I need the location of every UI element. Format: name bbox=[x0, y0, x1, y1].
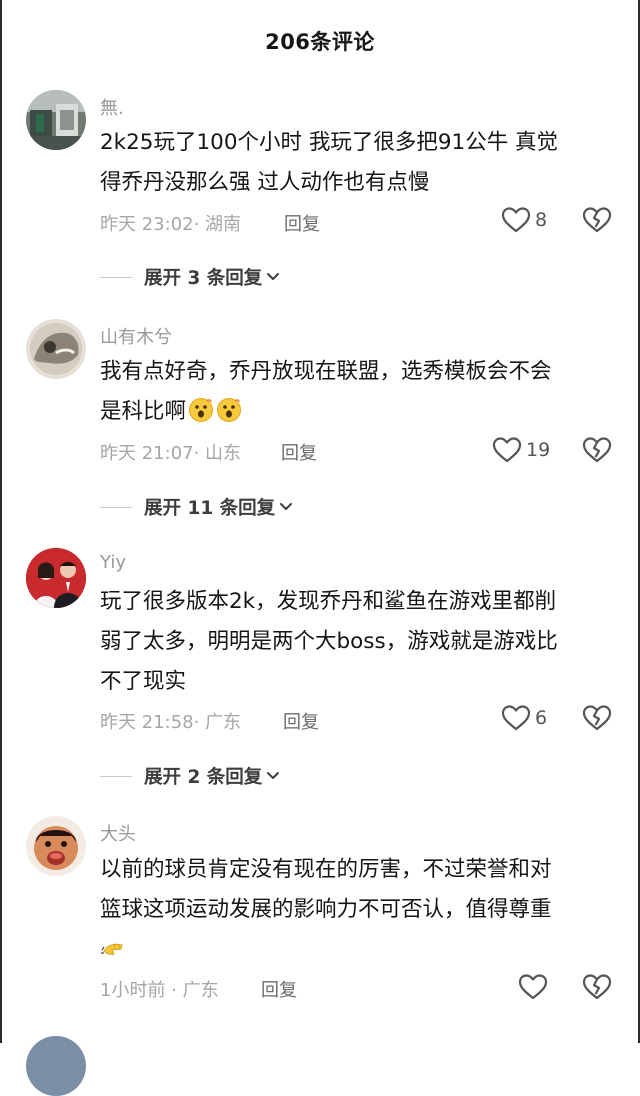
heart-outline-icon bbox=[501, 206, 531, 234]
heart-outline-icon bbox=[501, 704, 531, 732]
comment-meta: 昨天 21:58· 广东 回复 bbox=[100, 708, 319, 734]
comment-text-line: 玩了很多版本2k，发现乔丹和鲨鱼在游戏里都削 bbox=[100, 589, 557, 614]
comment-meta: 昨天 23:02· 湖南 回复 bbox=[100, 210, 320, 236]
thumbs-up-emoji-icon bbox=[100, 935, 126, 961]
heart-outline-icon bbox=[518, 973, 548, 1001]
broken-heart-icon bbox=[582, 704, 612, 732]
broken-heart-icon bbox=[582, 206, 612, 234]
like-count: 8 bbox=[535, 209, 548, 231]
comment-time-location: 昨天 23:02· 湖南 bbox=[100, 214, 242, 235]
comment-text-line: 不了现实 bbox=[100, 669, 187, 694]
comment-text: 我有点好奇，乔丹放现在联盟，选秀模板会不会 是科比啊 bbox=[100, 352, 620, 432]
comment-text-line: 弱了太多，明明是两个大boss，游戏就是游戏比 bbox=[100, 629, 558, 654]
chevron-down-icon bbox=[265, 269, 281, 285]
divider-line bbox=[100, 276, 132, 278]
avatar[interactable] bbox=[26, 90, 86, 150]
avatar[interactable] bbox=[26, 548, 86, 608]
comment-count-title: 206条评论 bbox=[265, 30, 375, 54]
comment-meta: 1小时前 · 广东 回复 bbox=[100, 976, 297, 1002]
reply-button[interactable]: 回复 bbox=[261, 976, 297, 1002]
surprised-face-emoji-icon bbox=[216, 397, 242, 423]
avatar[interactable] bbox=[26, 816, 86, 876]
like-button[interactable]: 8 bbox=[501, 206, 547, 234]
comment-text: 以前的球员肯定没有现在的厉害，不过荣誉和对 篮球这项运动发展的影响力不可否认，值… bbox=[100, 850, 620, 970]
comment-text-line: 我有点好奇，乔丹放现在联盟，选秀模板会不会 bbox=[100, 359, 552, 384]
expand-replies-label: 展开 2 条回复 bbox=[144, 767, 263, 788]
frame-left-border bbox=[0, 0, 2, 1043]
like-count: 19 bbox=[526, 439, 551, 461]
surprised-face-emoji-icon bbox=[188, 397, 214, 423]
comment-time-location: 昨天 21:07· 山东 bbox=[100, 443, 242, 464]
dislike-button[interactable] bbox=[582, 704, 612, 732]
expand-replies-button[interactable]: 展开 11 条回复 bbox=[100, 494, 294, 520]
comment-text-line bbox=[100, 930, 620, 970]
divider-line bbox=[100, 506, 132, 508]
dislike-button[interactable] bbox=[582, 436, 612, 464]
avatar[interactable] bbox=[26, 1036, 86, 1096]
divider-line bbox=[100, 775, 132, 777]
username[interactable]: 大头 bbox=[100, 820, 136, 846]
comment-text-segment: 是科比啊 bbox=[100, 399, 187, 424]
avatar[interactable] bbox=[26, 319, 86, 379]
expand-replies-button[interactable]: 展开 3 条回复 bbox=[100, 264, 281, 290]
expand-replies-label: 展开 11 条回复 bbox=[144, 498, 276, 519]
reply-button[interactable]: 回复 bbox=[281, 439, 317, 465]
dislike-button[interactable] bbox=[582, 206, 612, 234]
like-button[interactable]: 6 bbox=[501, 704, 547, 732]
comment-text-line: 得乔丹没那么强 过人动作也有点慢 bbox=[100, 170, 430, 195]
like-button[interactable]: 19 bbox=[492, 436, 550, 464]
username[interactable]: Yiy bbox=[100, 552, 126, 573]
heart-outline-icon bbox=[492, 436, 522, 464]
reply-button[interactable]: 回复 bbox=[284, 210, 320, 236]
chevron-down-icon bbox=[278, 499, 294, 515]
comment-text-line: 2k25玩了100个小时 我玩了很多把91公牛 真觉 bbox=[100, 130, 559, 155]
like-button[interactable] bbox=[518, 973, 548, 1001]
broken-heart-icon bbox=[582, 973, 612, 1001]
like-count: 6 bbox=[535, 707, 548, 729]
comment-text-line: 篮球这项运动发展的影响力不可否认，值得尊重 bbox=[100, 897, 552, 922]
username[interactable]: 無. bbox=[100, 94, 124, 120]
broken-heart-icon bbox=[582, 436, 612, 464]
comment-text-line: 是科比啊 bbox=[100, 392, 620, 432]
dislike-button[interactable] bbox=[582, 973, 612, 1001]
chevron-down-icon bbox=[265, 768, 281, 784]
reply-button[interactable]: 回复 bbox=[283, 708, 319, 734]
comment-text: 玩了很多版本2k，发现乔丹和鲨鱼在游戏里都削 弱了太多，明明是两个大boss，游… bbox=[100, 582, 620, 702]
comment-time-location: 昨天 21:58· 广东 bbox=[100, 712, 242, 733]
comment-meta: 昨天 21:07· 山东 回复 bbox=[100, 439, 317, 465]
expand-replies-label: 展开 3 条回复 bbox=[144, 268, 263, 289]
comment-text-line: 以前的球员肯定没有现在的厉害，不过荣誉和对 bbox=[100, 857, 552, 882]
username[interactable]: 山有木兮 bbox=[100, 323, 172, 349]
expand-replies-button[interactable]: 展开 2 条回复 bbox=[100, 763, 281, 789]
comment-text: 2k25玩了100个小时 我玩了很多把91公牛 真觉 得乔丹没那么强 过人动作也… bbox=[100, 123, 620, 203]
comment-time-location: 1小时前 · 广东 bbox=[100, 980, 219, 1001]
